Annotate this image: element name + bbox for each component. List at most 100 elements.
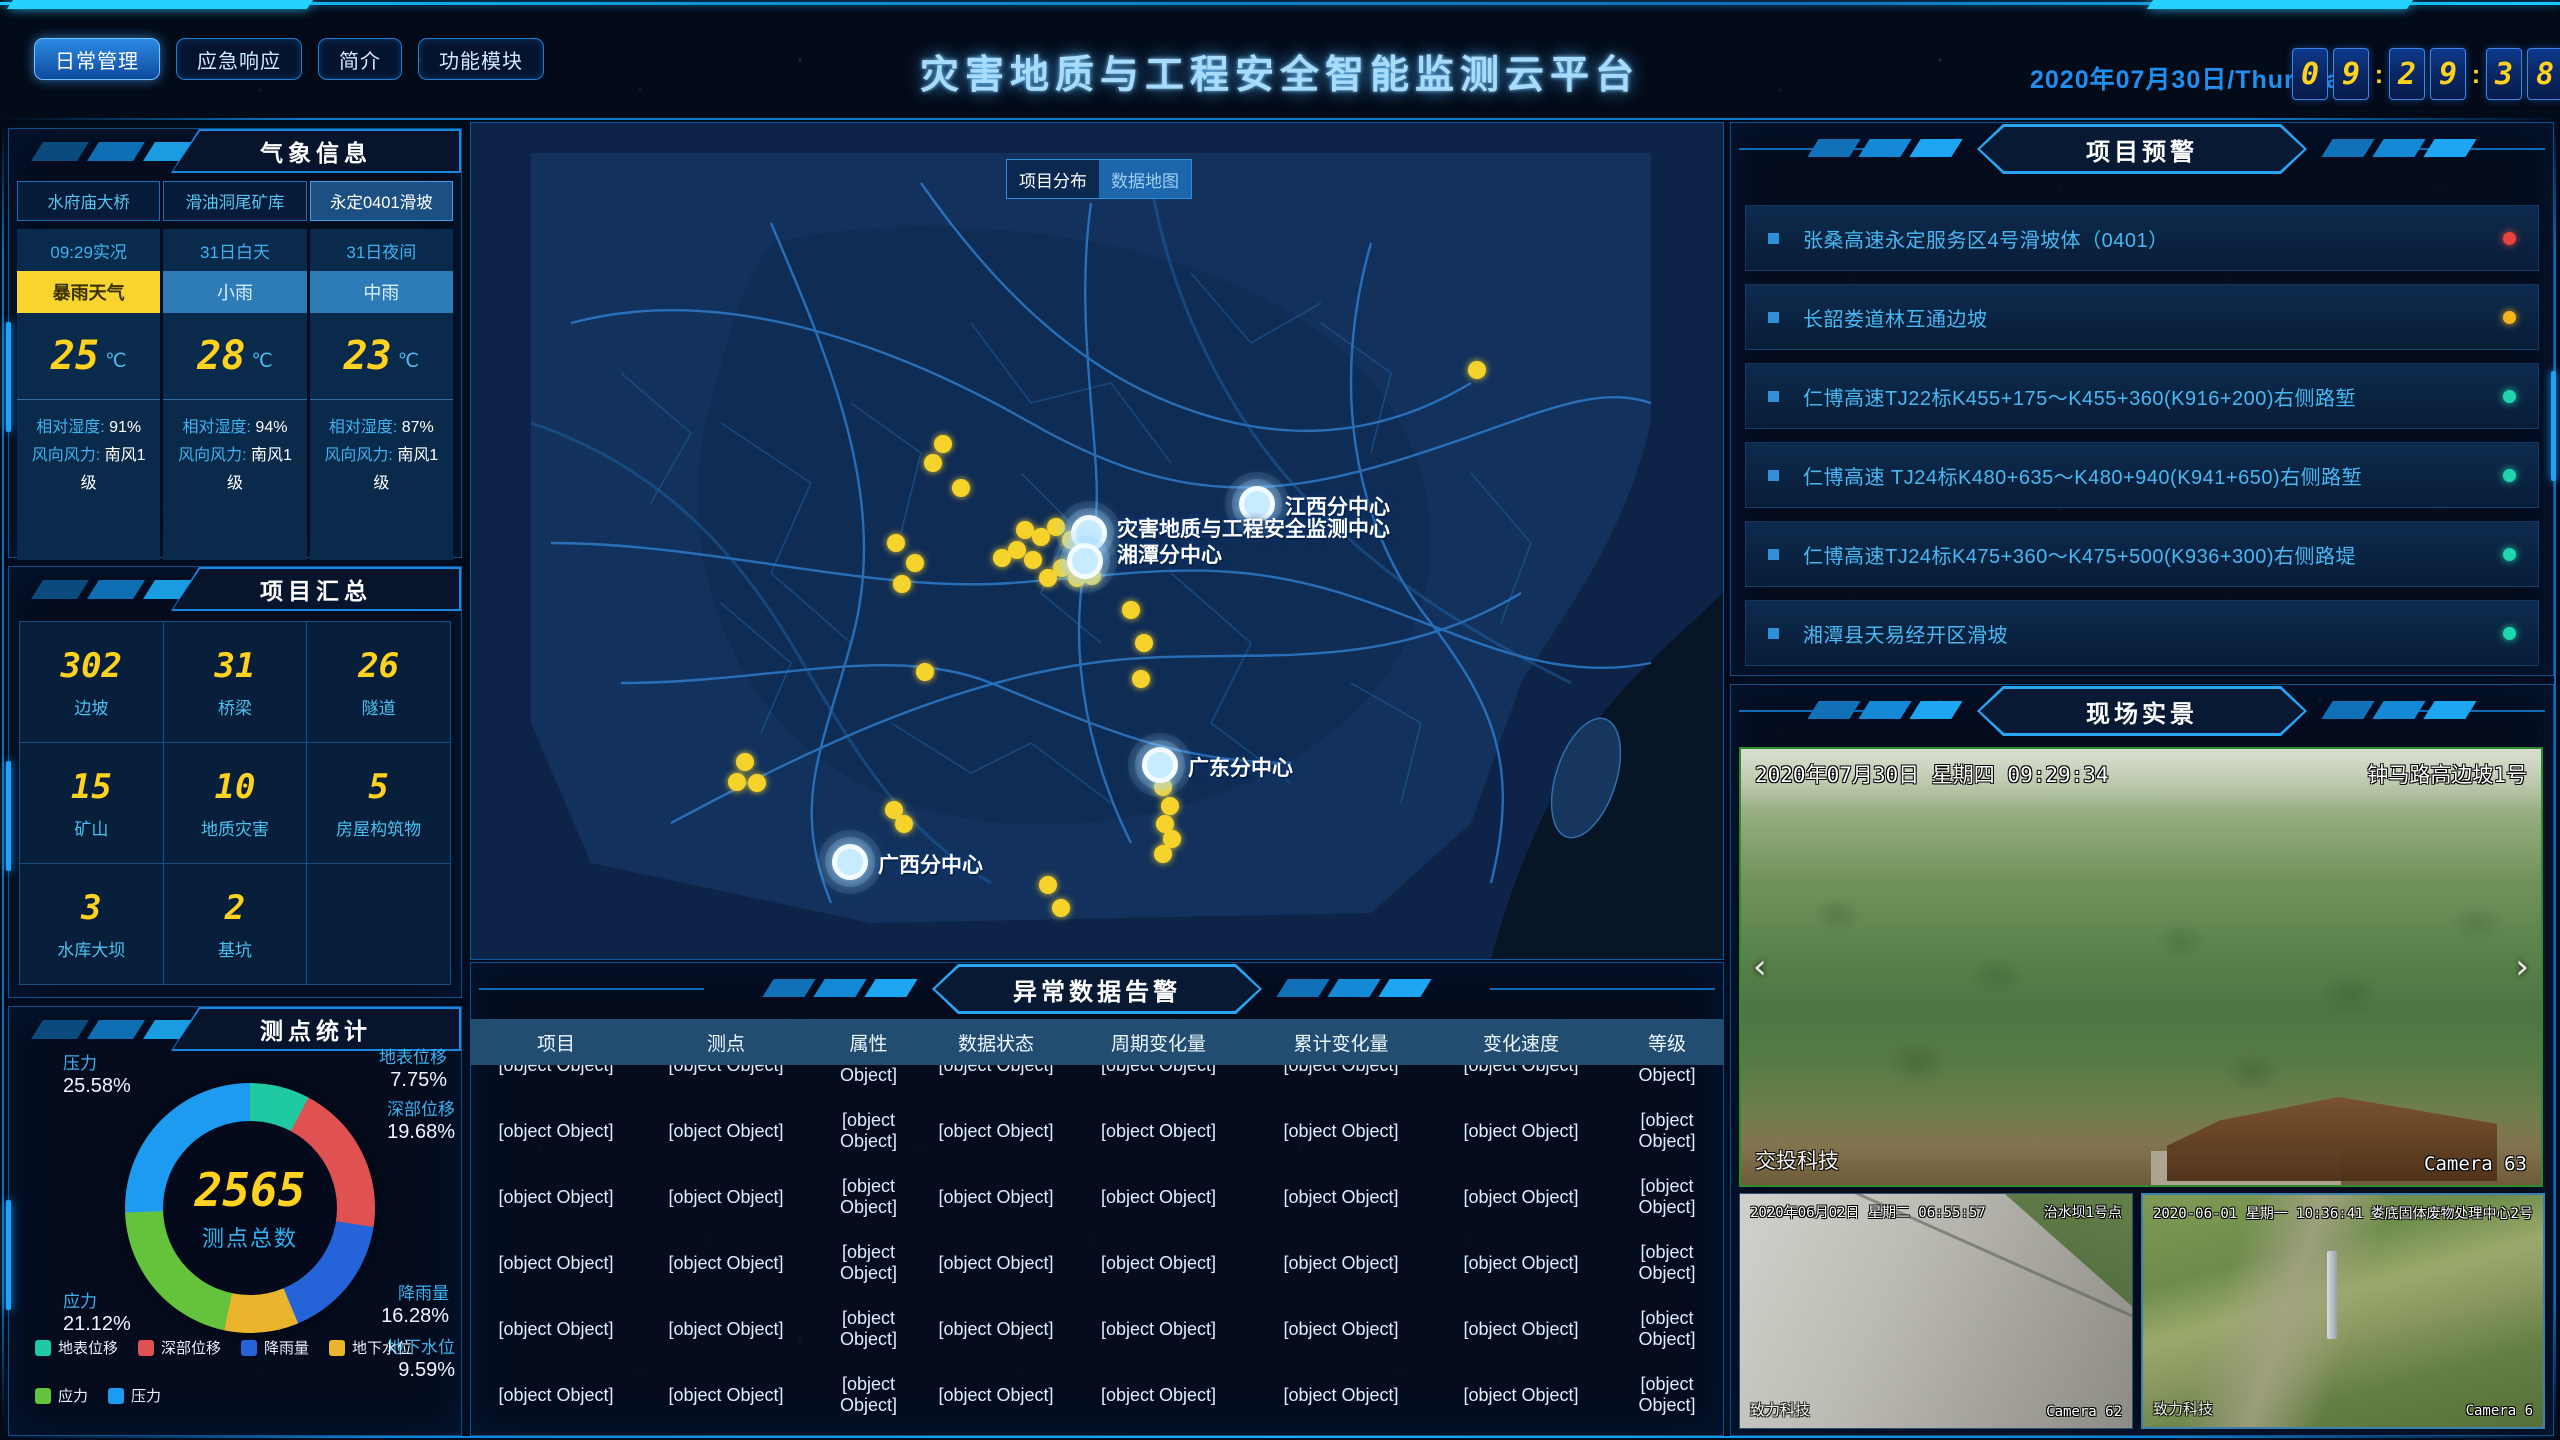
main-camera-feed[interactable]: 2020年07月30日 星期四 09:29:34 钟马路高边坡1号 交投科技 C…	[1739, 747, 2543, 1187]
warning-list-item[interactable]: 仁博高速 TJ24标K480+635～K480+940(K941+650)右侧路…	[1745, 442, 2539, 508]
donut-legend-row2: 应力 压力	[35, 1385, 181, 1406]
main-nav: 日常管理 应急响应 简介 功能模块	[34, 38, 544, 80]
header-deco-bars-left	[768, 979, 912, 997]
nav-button[interactable]: 功能模块	[418, 38, 544, 80]
alarm-table-cell: [object Object]	[1066, 1121, 1251, 1142]
col-header: 数据状态	[926, 1029, 1066, 1056]
alarm-table-header: 项目 测点 属性 数据状态 周期变化量 累计变化量 变化速度 等级	[471, 1019, 1723, 1065]
alarm-table-row[interactable]: [object Object] [object Object] [object …	[471, 1362, 1723, 1428]
legend-swatch	[241, 1340, 257, 1356]
clock-digit: 2	[2389, 48, 2425, 100]
decor-monitoring-pole	[2327, 1251, 2337, 1339]
camera-thumb-grass[interactable]: 2020-06-01 星期一 10:36:41 娄底固体废物处理中心2号 致力科…	[2141, 1193, 2545, 1429]
alarm-table-row[interactable]: [object Object] [object Object] [object …	[471, 1098, 1723, 1164]
alarm-table-cell: [object Object]	[641, 1385, 811, 1406]
summary-cell: 31 桥梁	[164, 622, 307, 742]
warning-list-item[interactable]: 仁博高速TJ24标K475+360～K475+500(K936+300)右侧路堤	[1745, 521, 2539, 587]
alarm-table-cell: [object Object]	[926, 1385, 1066, 1406]
status-dot-icon	[2503, 548, 2516, 561]
summary-value: 26	[358, 646, 399, 686]
nav-button[interactable]: 应急响应	[176, 38, 302, 80]
project-point-marker[interactable]	[1052, 899, 1070, 917]
alarm-table-row[interactable]: [object Object] [object Object] [object …	[471, 1164, 1723, 1230]
project-point-marker[interactable]	[893, 575, 911, 593]
map-marker-guangxi-center[interactable]: 广西分中心	[832, 844, 983, 880]
legend-item[interactable]: 深部位移	[138, 1337, 221, 1358]
alarm-table-cell: [object Object]	[1431, 1253, 1611, 1274]
project-point-marker[interactable]	[1039, 569, 1057, 587]
project-point-marker[interactable]	[993, 549, 1011, 567]
bullet-icon	[1768, 391, 1779, 402]
warning-text: 湘潭县天易经开区滑坡	[1803, 619, 2503, 648]
donut-center: 2565 测点总数	[163, 1121, 337, 1295]
scene-panel-title: 现场实景	[1980, 689, 2304, 733]
project-point-marker[interactable]	[1161, 797, 1179, 815]
alarm-table-row[interactable]: [object Object] [object Object] [object …	[471, 1296, 1723, 1362]
project-point-marker[interactable]	[924, 454, 942, 472]
project-point-marker[interactable]	[1047, 518, 1065, 536]
map-marker-headquarters[interactable]: 灾害地质与工程安全监测中心 湘潭分中心	[1071, 515, 1390, 579]
weather-site-tab[interactable]: 永定0401滑坡	[310, 181, 453, 221]
project-point-marker[interactable]	[728, 773, 746, 791]
project-point-marker[interactable]	[887, 534, 905, 552]
donut-callout-surface-displacement: 地表位移7.75%	[379, 1047, 447, 1093]
next-camera-arrow-icon[interactable]	[2515, 947, 2529, 987]
project-point-marker[interactable]	[736, 753, 754, 771]
weather-site-tab[interactable]: 水府庙大桥	[17, 181, 160, 221]
legend-item[interactable]: 地表位移	[35, 1337, 118, 1358]
project-point-marker[interactable]	[1122, 601, 1140, 619]
summary-value: 2	[225, 888, 245, 928]
project-point-marker[interactable]	[1135, 634, 1153, 652]
project-point-marker[interactable]	[1468, 361, 1486, 379]
warning-list-item[interactable]: 湘潭县天易经开区滑坡	[1745, 600, 2539, 666]
legend-item[interactable]: 降雨量	[241, 1337, 309, 1358]
project-map[interactable]: 项目分布 数据地图	[470, 122, 1724, 960]
alarm-table-cell: [object Object]	[1251, 1319, 1431, 1340]
bullet-icon	[1768, 312, 1779, 323]
project-point-marker[interactable]	[1132, 670, 1150, 688]
alarm-table-row[interactable]: [object Object] [object Object] [object …	[471, 1230, 1723, 1296]
project-point-marker[interactable]	[895, 815, 913, 833]
warning-list-item[interactable]: 张桑高速永定服务区4号滑坡体（0401）	[1745, 205, 2539, 271]
map-view-tab[interactable]: 项目分布	[1007, 160, 1099, 198]
warning-list-item[interactable]: 仁博高速TJ22标K455+175～K455+360(K916+200)右侧路堑	[1745, 363, 2539, 429]
nav-button[interactable]: 简介	[318, 38, 402, 80]
camera-thumb-slope[interactable]: 2020年06月02日 星期二 06:55:57 治水坝1号点 致力科技 Cam…	[1739, 1193, 2133, 1429]
legend-item[interactable]: 应力	[35, 1385, 88, 1406]
summary-label: 桥梁	[218, 694, 252, 719]
alarm-table-cell: [object Object]	[811, 1308, 926, 1350]
camera-name: 治水坝1号点	[2044, 1202, 2122, 1222]
weather-details: 相对湿度: 91% 风向风力: 南风1级	[17, 399, 160, 560]
col-header: 属性	[811, 1029, 926, 1056]
prev-camera-arrow-icon[interactable]	[1753, 947, 1767, 987]
project-point-marker[interactable]	[748, 774, 766, 792]
project-point-marker[interactable]	[952, 479, 970, 497]
map-marker-guangdong-center[interactable]: 广东分中心	[1142, 747, 1293, 783]
stats-panel-header: 测点统计	[9, 1007, 461, 1051]
warnings-list: 张桑高速永定服务区4号滑坡体（0401） 长韶娄道林互通边坡 仁博高速TJ22标…	[1745, 205, 2539, 666]
alarm-table-cell: [object Object]	[1251, 1187, 1431, 1208]
summary-cell: 2 基坑	[164, 864, 307, 984]
digital-clock: 0 9 : 2 9 : 3 8	[2292, 48, 2560, 100]
camera-brand-watermark: 致力科技	[2153, 1398, 2213, 1419]
nav-button[interactable]: 日常管理	[34, 38, 160, 80]
wind-label: 风向风力:	[178, 447, 246, 464]
legend-item[interactable]: 地下水位	[329, 1337, 412, 1358]
wind-label: 风向风力:	[32, 447, 100, 464]
legend-item[interactable]: 压力	[108, 1385, 161, 1406]
project-point-marker[interactable]	[906, 554, 924, 572]
project-point-marker[interactable]	[934, 435, 952, 453]
map-view-tab[interactable]: 数据地图	[1099, 160, 1191, 198]
warning-list-item[interactable]: 长韶娄道林互通边坡	[1745, 284, 2539, 350]
warning-text: 仁博高速TJ24标K475+360～K475+500(K936+300)右侧路堤	[1803, 540, 2503, 569]
project-point-marker[interactable]	[1039, 876, 1057, 894]
summary-cell: 3 水库大坝	[20, 864, 163, 984]
weather-panel-header: 气象信息	[9, 129, 461, 173]
project-point-marker[interactable]	[1024, 551, 1042, 569]
panel-edge-accent	[2551, 371, 2556, 481]
project-point-marker[interactable]	[1154, 845, 1172, 863]
project-point-marker[interactable]	[916, 663, 934, 681]
point-stats-panel: 测点统计 2565 测点总数 压力25.58% 地表位移7.75% 深部位移19…	[8, 1006, 462, 1436]
weather-site-tab[interactable]: 滑油洞尾矿库	[163, 181, 306, 221]
header-hexagon: 异常数据告警	[932, 964, 1262, 1014]
